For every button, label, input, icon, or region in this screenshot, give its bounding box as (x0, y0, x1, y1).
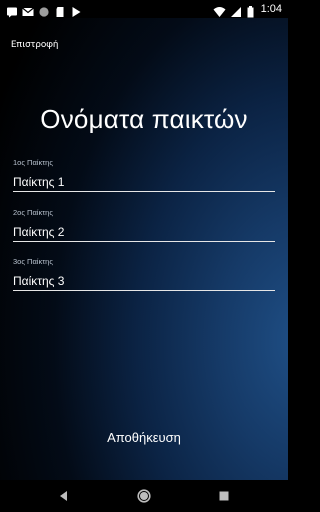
player-2-label: 2ος Παίκτης (13, 208, 53, 217)
player-3-input[interactable] (13, 272, 275, 291)
gmail-icon (22, 3, 34, 16)
home-nav-icon[interactable] (136, 488, 152, 504)
recents-nav-icon[interactable] (216, 488, 232, 504)
status-bar: 1:04 (0, 0, 288, 18)
save-button[interactable]: Αποθήκευση (0, 430, 288, 445)
circle-icon (38, 3, 50, 17)
page-title: Ονόματα παικτών (40, 104, 248, 134)
notification-icons (6, 3, 82, 18)
navigation-bar (0, 480, 288, 512)
player-2-field: 2ος Παίκτης (13, 208, 275, 242)
wifi-icon (213, 3, 226, 17)
player-1-field: 1ος Παίκτης (13, 158, 275, 192)
back-button[interactable]: Επιστροφή (11, 39, 58, 50)
signal-icon (230, 3, 242, 17)
clock: 1:04 (260, 3, 282, 15)
player-3-label: 3ος Παίκτης (13, 257, 53, 266)
sms-icon (6, 3, 18, 18)
player-2-input[interactable] (13, 223, 275, 242)
player-1-label: 1ος Παίκτης (13, 158, 53, 167)
player-names-screen: Επιστροφή Ονόματα παικτών 1ος Παίκτης 2ο… (0, 18, 288, 480)
back-nav-icon[interactable] (56, 488, 72, 504)
sd-card-icon (54, 3, 66, 17)
play-store-icon (70, 3, 82, 17)
battery-icon (247, 3, 254, 18)
player-3-field: 3ος Παίκτης (13, 257, 275, 291)
system-icons: 1:04 (213, 2, 282, 18)
player-1-input[interactable] (13, 173, 275, 192)
